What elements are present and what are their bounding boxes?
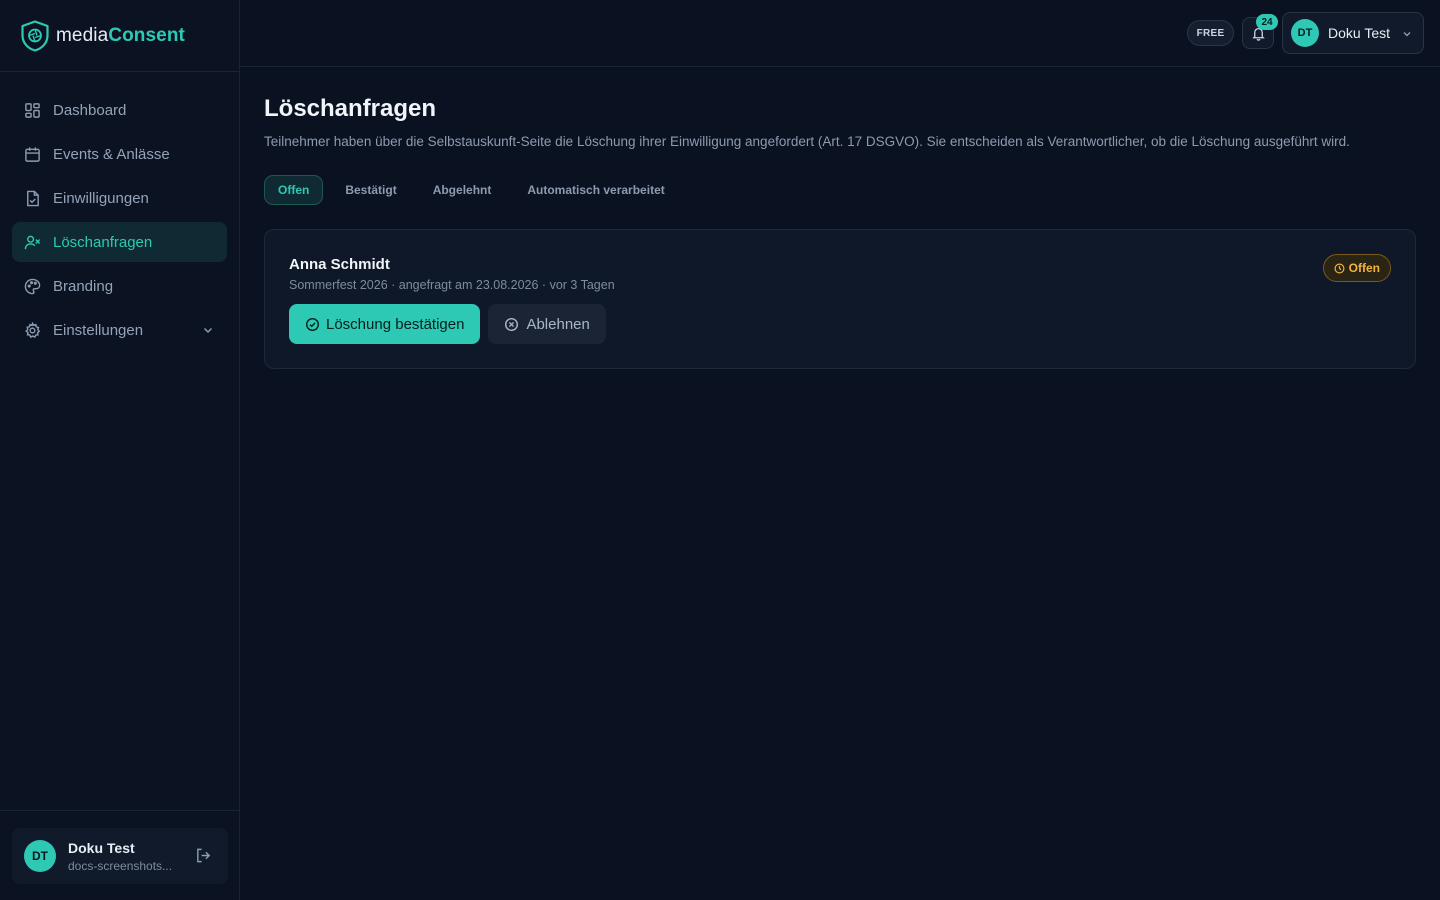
sidebar-item-label: Einwilligungen [53,189,149,207]
chevron-down-icon [1403,32,1411,37]
deletion-request-card: Anna Schmidt Sommerfest 2026 · angefragt… [264,229,1416,369]
gear-icon [25,321,41,338]
calendar-icon [25,146,40,162]
sidebar-nav: Dashboard Events & Anlässe Einwilligunge… [0,72,239,350]
sidebar: mediaConsent Dashboard Events & Anlässe … [0,0,240,900]
sidebar-item-branding[interactable]: Branding [12,266,227,306]
sidebar-item-label: Einstellungen [53,321,144,339]
page-title: Löschanfragen [264,95,437,122]
user-name: Doku Test [68,839,135,856]
x-circle-icon [505,317,519,331]
request-actions: Löschung bestätigen Ablehnen [289,304,1391,344]
user-info: Doku Test docs-screenshots... [68,840,186,873]
chevron-down-icon [203,327,213,334]
logo[interactable]: mediaConsent [0,0,239,72]
status-tabs: Offen Bestätigt Abgelehnt Automatisch ve… [264,175,1416,205]
sidebar-item-label: Dashboard [53,101,127,119]
sidebar-item-label: Events & Anlässe [53,145,170,163]
avatar: DT [1291,19,1319,47]
sidebar-item-label: Löschanfragen [53,233,153,251]
user-menu-name: Doku Test [1328,25,1390,41]
sidebar-item-deletion-requests[interactable]: Löschanfragen [12,222,227,262]
user-x-icon [24,235,41,249]
tab-confirmed[interactable]: Bestätigt [331,175,410,205]
tab-open[interactable]: Offen [264,175,324,205]
page-description: Teilnehmer haben über die Selbstauskunft… [264,134,1350,149]
logout-icon[interactable] [195,847,212,864]
main-content: Löschanfragen Teilnehmer haben über die … [264,67,1416,369]
user-menu-button[interactable]: DT Doku Test [1282,12,1424,54]
palette-icon [24,278,41,294]
reject-button[interactable]: Ablehnen [488,304,606,344]
clock-icon [1334,263,1345,273]
dashboard-icon [25,102,40,118]
check-circle-icon [305,317,320,331]
top-bar: FREE 24 DT Doku Test [240,0,1440,67]
sidebar-item-events[interactable]: Events & Anlässe [12,134,227,174]
avatar: DT [24,840,56,872]
user-email: docs-screenshots... [68,858,173,873]
sidebar-user-section: DT Doku Test docs-screenshots... [0,810,240,900]
status-badge: Offen [1322,254,1391,282]
sidebar-item-settings[interactable]: Einstellungen [12,310,227,350]
notification-count-badge: 24 [1256,14,1278,30]
shield-logo-icon [21,19,49,52]
requester-name: Anna Schmidt [289,256,390,273]
user-card[interactable]: DT Doku Test docs-screenshots... [12,828,228,884]
confirm-deletion-label: Löschung bestätigen [326,315,465,333]
reject-label: Ablehnen [526,315,590,333]
tab-auto-processed[interactable]: Automatisch verarbeitet [513,175,678,205]
confirm-deletion-button[interactable]: Löschung bestätigen [289,304,481,344]
file-check-icon [27,190,39,206]
sidebar-item-consents[interactable]: Einwilligungen [12,178,227,218]
tab-rejected[interactable]: Abgelehnt [419,175,506,205]
brand-name: mediaConsent [56,24,185,46]
plan-badge: FREE [1187,20,1234,46]
sidebar-item-dashboard[interactable]: Dashboard [12,90,227,130]
request-meta: Sommerfest 2026 · angefragt am 23.08.202… [289,278,615,292]
sidebar-item-label: Branding [53,277,114,295]
status-badge-label: Offen [1348,261,1380,275]
